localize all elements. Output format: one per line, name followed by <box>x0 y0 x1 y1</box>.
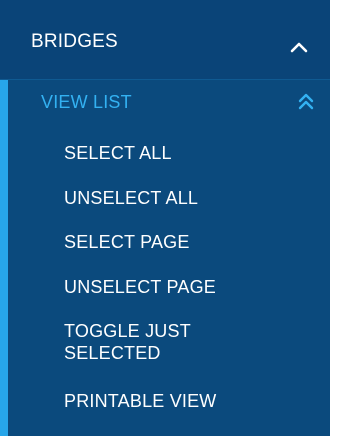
view-list-header[interactable]: VIEW LIST <box>0 80 330 124</box>
submenu-title: VIEW LIST <box>41 92 132 112</box>
bridges-section-header[interactable]: BRIDGES <box>0 0 330 80</box>
view-list-submenu: VIEW LIST SELECT ALL UNSELECT ALL SELECT… <box>0 80 330 436</box>
unselect-page-item[interactable]: UNSELECT PAGE <box>64 276 314 298</box>
section-title: BRIDGES <box>31 31 118 52</box>
chevron-up-icon[interactable] <box>287 36 311 60</box>
toggle-just-selected-item[interactable]: TOGGLE JUST SELECTED <box>64 320 254 364</box>
active-accent-bar <box>0 80 8 436</box>
double-chevron-up-icon[interactable] <box>294 90 318 114</box>
printable-view-item[interactable]: PRINTABLE VIEW <box>64 390 314 412</box>
unselect-all-item[interactable]: UNSELECT ALL <box>64 187 314 209</box>
select-page-item[interactable]: SELECT PAGE <box>64 231 314 253</box>
side-menu: BRIDGES VIEW LIST SELECT ALL UNSELECT AL… <box>0 0 330 436</box>
select-all-item[interactable]: SELECT ALL <box>64 142 314 164</box>
